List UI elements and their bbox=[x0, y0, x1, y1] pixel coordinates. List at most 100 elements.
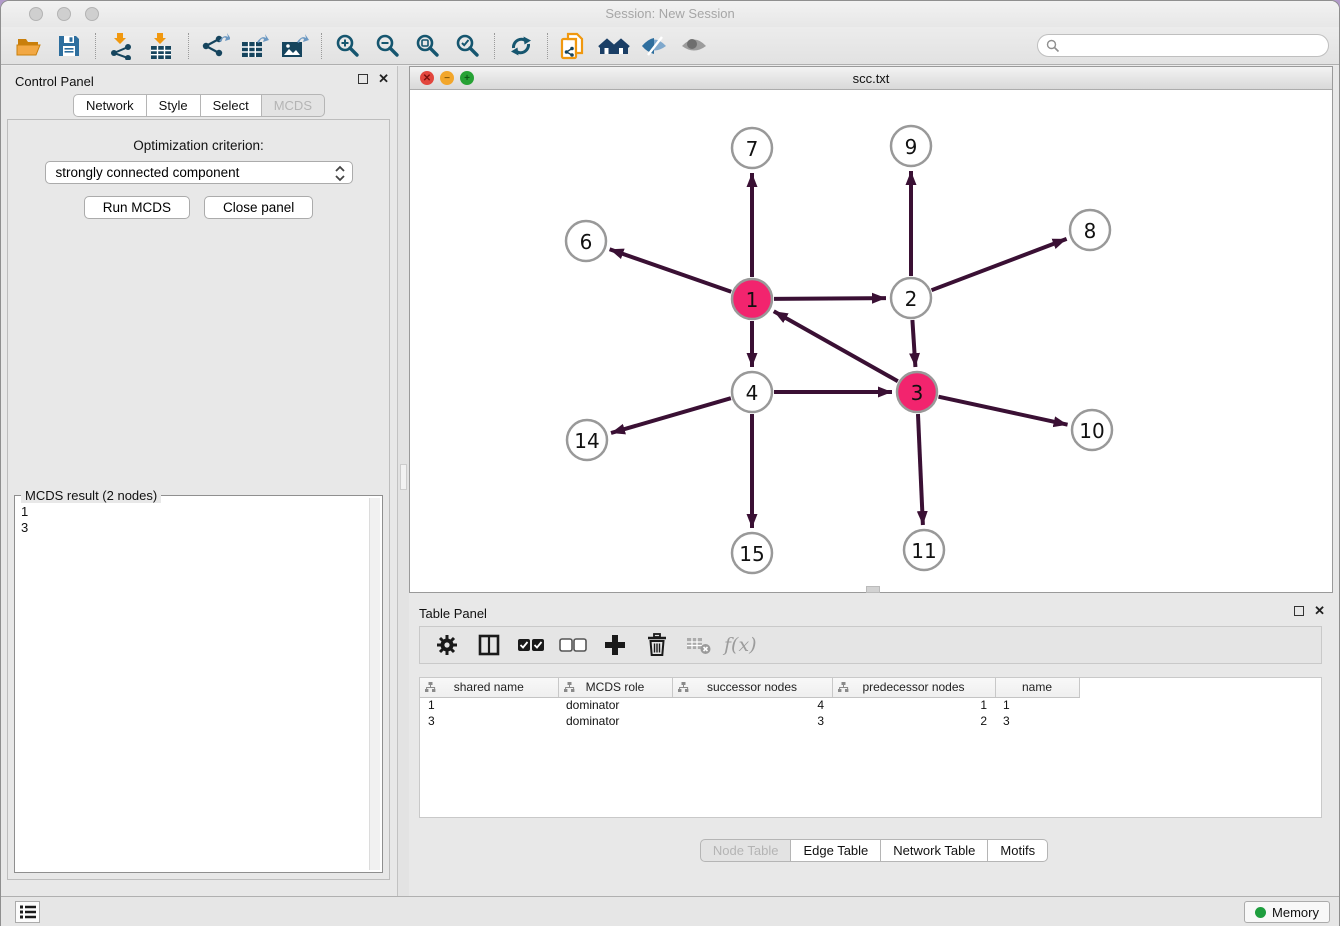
graph-edge-1-6[interactable] bbox=[610, 249, 732, 291]
table-cell[interactable]: 3 bbox=[672, 713, 832, 729]
zoom-out-button[interactable] bbox=[368, 30, 408, 62]
window-resize-grip[interactable] bbox=[866, 586, 880, 593]
table-cell[interactable]: 3 bbox=[995, 713, 1079, 729]
export-table-button[interactable] bbox=[235, 30, 275, 62]
table-panel-title: Table Panel bbox=[419, 606, 487, 621]
refresh-view-button[interactable] bbox=[501, 30, 541, 62]
graph-edge-2-8[interactable] bbox=[932, 239, 1067, 290]
graph-edge-2-3[interactable] bbox=[912, 320, 915, 367]
zoom-in-button[interactable] bbox=[328, 30, 368, 62]
mcds-result-scrollbar[interactable] bbox=[369, 498, 380, 870]
task-history-button[interactable] bbox=[15, 901, 40, 923]
toolbar-separator bbox=[188, 33, 189, 59]
tab-network[interactable]: Network bbox=[73, 94, 147, 117]
divider-handle[interactable] bbox=[400, 464, 407, 490]
list-icon bbox=[19, 903, 37, 921]
tab-mcds[interactable]: MCDS bbox=[262, 94, 325, 117]
save-icon bbox=[56, 33, 82, 59]
column-header-shared-name[interactable]: shared name bbox=[420, 678, 558, 697]
graph-edge-1-2[interactable] bbox=[774, 298, 886, 299]
create-column-button[interactable] bbox=[598, 630, 632, 660]
float-panel-icon[interactable] bbox=[358, 74, 368, 84]
level-of-detail-button[interactable] bbox=[674, 30, 714, 62]
mcds-result-title: MCDS result (2 nodes) bbox=[21, 488, 161, 503]
tab-node-table[interactable]: Node Table bbox=[700, 839, 792, 862]
tab-select[interactable]: Select bbox=[201, 94, 262, 117]
network-canvas[interactable]: 1234678910111415 bbox=[410, 90, 1332, 592]
unselect-all-columns-button[interactable] bbox=[556, 630, 590, 660]
table-row[interactable]: 3dominator323 bbox=[420, 713, 1079, 729]
column-header-predecessor-nodes[interactable]: predecessor nodes bbox=[832, 678, 995, 697]
clone-network-button[interactable] bbox=[554, 30, 594, 62]
table-cell[interactable]: 1 bbox=[832, 697, 995, 713]
column-header-successor-nodes[interactable]: successor nodes bbox=[672, 678, 832, 697]
graph-node-label-6: 6 bbox=[580, 230, 593, 254]
mcds-result-box: MCDS result (2 nodes) 1 3 bbox=[14, 495, 383, 873]
tab-network-table[interactable]: Network Table bbox=[881, 839, 988, 862]
table-cell[interactable]: 3 bbox=[420, 713, 558, 729]
export-network-button[interactable] bbox=[195, 30, 235, 62]
panel-divider[interactable] bbox=[397, 66, 409, 896]
open-folder-icon bbox=[15, 33, 43, 59]
column-header-label: shared name bbox=[454, 680, 524, 694]
graph-edge-3-1[interactable] bbox=[774, 311, 898, 381]
graph-node-label-14: 14 bbox=[574, 429, 599, 453]
tab-motifs[interactable]: Motifs bbox=[988, 839, 1048, 862]
close-panel-button[interactable]: Close panel bbox=[204, 196, 313, 219]
delete-table-button[interactable] bbox=[682, 630, 716, 660]
hierarchy-icon bbox=[425, 682, 436, 696]
delete-column-button[interactable] bbox=[640, 630, 674, 660]
table-cell[interactable]: dominator bbox=[558, 713, 672, 729]
search-input[interactable] bbox=[1060, 37, 1328, 55]
import-table-button[interactable] bbox=[142, 30, 182, 62]
table-toolbar: f(x) bbox=[419, 626, 1322, 664]
mcds-panel: Optimization criterion: strongly connect… bbox=[7, 119, 390, 880]
graph-edge-3-10[interactable] bbox=[938, 397, 1067, 425]
tab-style[interactable]: Style bbox=[147, 94, 201, 117]
export-image-button[interactable] bbox=[275, 30, 315, 62]
table-settings-button[interactable] bbox=[430, 630, 464, 660]
graph-edge-3-11[interactable] bbox=[918, 414, 923, 525]
control-panel-title: Control Panel bbox=[15, 74, 94, 89]
network-window-titlebar[interactable]: ✕ − + scc.txt bbox=[410, 67, 1332, 90]
table-cell[interactable]: 2 bbox=[832, 713, 995, 729]
open-session-button[interactable] bbox=[9, 30, 49, 62]
select-all-columns-button[interactable] bbox=[514, 630, 548, 660]
export-table-icon bbox=[240, 32, 270, 60]
table-cell[interactable]: 4 bbox=[672, 697, 832, 713]
import-network-button[interactable] bbox=[102, 30, 142, 62]
export-network-icon bbox=[200, 32, 230, 60]
show-hide-graphics-button[interactable] bbox=[634, 30, 674, 62]
app-window: Session: New Session bbox=[0, 0, 1340, 926]
column-header-name[interactable]: name bbox=[995, 678, 1079, 697]
network-window-title: scc.txt bbox=[410, 71, 1332, 86]
table-tabs: Node Table Edge Table Network Table Moti… bbox=[409, 839, 1339, 862]
graph-node-label-3: 3 bbox=[911, 381, 924, 405]
function-builder-button[interactable]: f(x) bbox=[724, 634, 757, 656]
run-mcds-button[interactable]: Run MCDS bbox=[84, 196, 190, 219]
network-window: ✕ − + scc.txt 1234678910111415 bbox=[409, 66, 1333, 593]
close-panel-icon[interactable]: ✕ bbox=[378, 74, 389, 84]
table-row[interactable]: 1dominator411 bbox=[420, 697, 1079, 713]
graph-edge-4-14[interactable] bbox=[611, 398, 731, 433]
column-header-MCDS-role[interactable]: MCDS role bbox=[558, 678, 672, 697]
table-cell[interactable]: dominator bbox=[558, 697, 672, 713]
table-cell[interactable]: 1 bbox=[420, 697, 558, 713]
show-column-button[interactable] bbox=[472, 630, 506, 660]
graph-node-label-10: 10 bbox=[1079, 419, 1104, 443]
memory-button[interactable]: Memory bbox=[1244, 901, 1330, 923]
close-panel-icon[interactable]: ✕ bbox=[1314, 606, 1325, 616]
zoom-fit-button[interactable] bbox=[408, 30, 448, 62]
table-cell[interactable]: 1 bbox=[995, 697, 1079, 713]
save-session-button[interactable] bbox=[49, 30, 89, 62]
delete-table-icon bbox=[686, 634, 712, 656]
optimization-criterion-select[interactable]: strongly connected component bbox=[45, 161, 353, 184]
float-panel-icon[interactable] bbox=[1294, 606, 1304, 616]
mcds-result-text[interactable]: 1 3 bbox=[21, 504, 368, 870]
search-field[interactable] bbox=[1037, 34, 1329, 57]
houses-icon bbox=[598, 33, 630, 59]
zoom-selected-button[interactable] bbox=[448, 30, 488, 62]
first-neighbors-button[interactable] bbox=[594, 30, 634, 62]
tab-edge-table[interactable]: Edge Table bbox=[791, 839, 881, 862]
node-table: shared name MCDS rolesuccessor nodesprede… bbox=[419, 677, 1322, 818]
